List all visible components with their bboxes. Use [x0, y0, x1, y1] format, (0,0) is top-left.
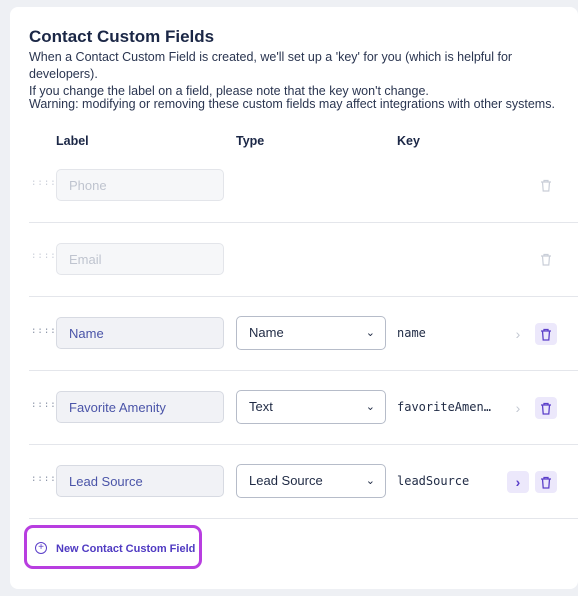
- chevron-right-icon[interactable]: ›: [507, 323, 529, 345]
- description: When a Contact Custom Field is created, …: [29, 49, 569, 100]
- new-custom-field-button[interactable]: New Contact Custom Field: [56, 543, 195, 555]
- type-select-name[interactable]: Name ⌄: [236, 316, 386, 350]
- drag-handle-icon[interactable]: ::::: [31, 401, 56, 413]
- type-select-favorite-amenity[interactable]: Text ⌄: [236, 390, 386, 424]
- plus-circle-icon[interactable]: +: [35, 542, 47, 554]
- drag-handle-icon: ::::: [31, 251, 57, 261]
- label-input-lead-source[interactable]: Lead Source: [56, 465, 224, 497]
- column-header-type: Type: [236, 134, 265, 148]
- field-row-favorite-amenity: :::: Favorite Amenity Text ⌄ favoriteAme…: [10, 371, 578, 444]
- label-input-favorite-amenity[interactable]: Favorite Amenity: [56, 391, 224, 423]
- field-row-email: :::: Email: [10, 223, 578, 296]
- chevron-down-icon: ⌄: [365, 401, 375, 413]
- drag-handle-icon[interactable]: ::::: [31, 327, 56, 339]
- label-input-phone: Phone: [56, 169, 224, 201]
- trash-icon: [535, 174, 557, 196]
- key-value-lead-source: leadSource: [397, 474, 470, 488]
- field-row-phone: :::: Phone: [10, 150, 578, 223]
- chevron-down-icon: ⌄: [365, 327, 375, 339]
- key-value-name: name: [397, 326, 426, 340]
- custom-fields-card: Contact Custom Fields When a Contact Cus…: [10, 7, 578, 589]
- chevron-down-icon: ⌄: [365, 475, 375, 487]
- row-divider: [29, 518, 578, 519]
- drag-handle-icon: ::::: [31, 178, 57, 188]
- drag-handle-icon[interactable]: ::::: [31, 475, 56, 487]
- field-row-lead-source: :::: Lead Source Lead Source ⌄ leadSourc…: [10, 445, 578, 518]
- page-title: Contact Custom Fields: [29, 27, 215, 46]
- chevron-right-icon[interactable]: ›: [507, 471, 529, 493]
- type-select-value: Text: [249, 399, 273, 414]
- type-select-lead-source[interactable]: Lead Source ⌄: [236, 464, 386, 498]
- trash-icon[interactable]: [535, 397, 557, 419]
- type-select-value: Name: [249, 325, 284, 340]
- description-line-1: When a Contact Custom Field is created, …: [29, 50, 513, 81]
- trash-icon: [535, 248, 557, 270]
- column-header-label: Label: [56, 134, 89, 148]
- column-header-key: Key: [397, 134, 420, 148]
- field-row-name: :::: Name Name ⌄ name ›: [10, 297, 578, 370]
- warning-text: Warning: modifying or removing these cus…: [29, 97, 555, 111]
- label-input-name[interactable]: Name: [56, 317, 224, 349]
- key-value-favorite-amenity: favoriteAmen…: [397, 400, 491, 414]
- trash-icon[interactable]: [535, 323, 557, 345]
- type-select-value: Lead Source: [249, 473, 323, 488]
- chevron-right-icon[interactable]: ›: [507, 397, 529, 419]
- label-input-email: Email: [56, 243, 224, 275]
- trash-icon[interactable]: [535, 471, 557, 493]
